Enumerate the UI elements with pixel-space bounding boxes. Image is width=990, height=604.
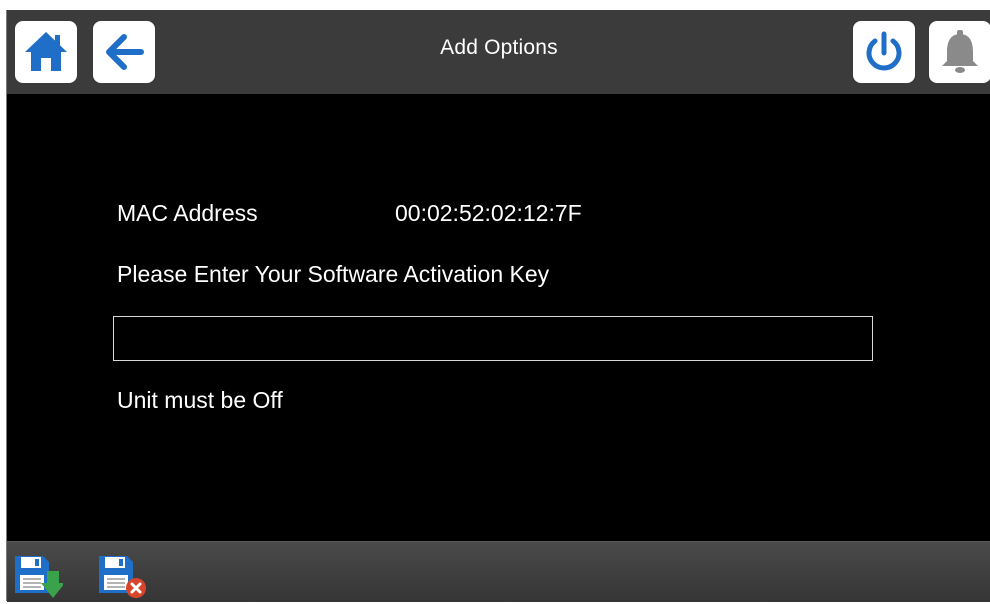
activation-key-input[interactable] <box>113 316 873 361</box>
power-icon <box>866 31 902 71</box>
alarm-button[interactable] <box>929 21 990 83</box>
power-button[interactable] <box>853 21 915 83</box>
mac-address-value: 00:02:52:02:12:7F <box>395 200 582 226</box>
footer-bar <box>7 541 990 602</box>
activation-key-prompt: Please Enter Your Software Activation Ke… <box>117 261 550 287</box>
bell-icon <box>942 30 978 73</box>
app-window: Add Options MAC Address 00:02:52:02:12:7… <box>6 10 990 602</box>
discard-icon <box>99 556 146 598</box>
save-icon <box>15 556 65 598</box>
mac-address-label: MAC Address <box>117 200 258 226</box>
discard-button[interactable] <box>97 553 147 599</box>
header-bar: Add Options <box>7 10 990 94</box>
page-title: Add Options <box>440 36 558 59</box>
status-message: Unit must be Off <box>117 387 283 413</box>
save-button[interactable] <box>13 553 65 599</box>
